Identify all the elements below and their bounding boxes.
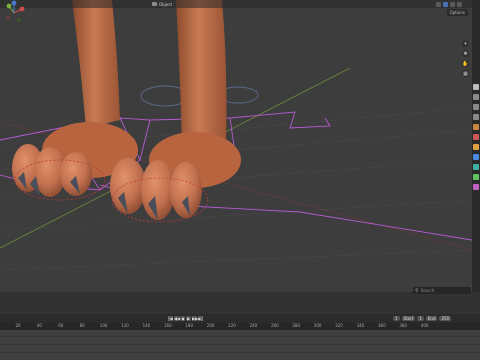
render-tab-icon[interactable] [473, 94, 479, 100]
data-tab-icon[interactable] [473, 174, 479, 180]
jump-keyframe-forward-button[interactable]: ▶▶ [192, 316, 198, 321]
ruler-tick: 120 [121, 323, 129, 328]
left-leg [72, 0, 120, 128]
modifier-tab-icon[interactable] [473, 154, 479, 160]
ruler-tick: 40 [36, 323, 42, 328]
ruler-tick: 80 [79, 323, 85, 328]
3d-viewport[interactable]: Object Options + ✥ ✋ ▦ [0, 0, 472, 292]
start-label: Start [401, 316, 416, 321]
jump-keyframe-back-button[interactable]: ◀◀ [174, 316, 180, 321]
play-button[interactable]: ▶ [186, 316, 191, 321]
object-mode-dropdown[interactable]: Object [152, 0, 172, 8]
ruler-tick: 340 [356, 323, 365, 328]
ruler-tick: 320 [335, 323, 343, 328]
frame-range-fields: 1 Start 1 End 250 [393, 316, 452, 321]
ruler-tick: 140 [142, 323, 151, 328]
shading-buttons [436, 0, 462, 8]
zoom-icon[interactable]: + [462, 40, 469, 47]
tool-tab-icon[interactable] [473, 84, 479, 90]
wireframe-shading-button[interactable] [436, 1, 441, 7]
start-frame-field[interactable]: 1 [417, 316, 424, 321]
ruler-tick: 280 [292, 323, 301, 328]
ruler-tick: 20 [15, 323, 21, 328]
view-layer-tab-icon[interactable] [473, 114, 479, 120]
ruler-tick: 100 [99, 323, 108, 328]
object-mode-icon [152, 2, 157, 6]
ruler-tick: 300 [313, 323, 322, 328]
playback-controls: |◀ ◀◀ ◀ ▶ ▶▶ ▶| [168, 316, 203, 321]
rendered-shading-button[interactable] [457, 1, 462, 7]
ruler-tick: 200 [206, 323, 215, 328]
timeline-search[interactable]: ⚲ Search [413, 287, 471, 294]
jump-start-button[interactable]: |◀ [168, 316, 173, 321]
mode-label: Object [159, 1, 173, 7]
ruler-tick: 180 [185, 323, 194, 328]
move-view-icon[interactable]: ✥ [462, 50, 469, 57]
x-axis-icon [19, 6, 25, 12]
properties-tab-strip [472, 0, 480, 292]
timeline-tracks[interactable] [0, 330, 480, 360]
object-tab-icon[interactable] [473, 144, 479, 150]
end-label: End [425, 316, 438, 321]
track-divider [0, 344, 480, 345]
material-tab-icon[interactable] [473, 184, 479, 190]
track-divider [0, 336, 480, 337]
play-reverse-button[interactable]: ◀ [180, 316, 185, 321]
right-leg [176, 0, 227, 148]
viewport-header [0, 0, 472, 8]
ruler-tick: 220 [228, 323, 236, 328]
current-frame-field[interactable]: 1 [393, 316, 400, 321]
end-frame-field[interactable]: 250 [439, 316, 452, 321]
material-shading-button[interactable] [450, 1, 455, 7]
options-dropdown[interactable]: Options [446, 9, 468, 16]
ruler-tick: 380 [399, 323, 408, 328]
track-divider [0, 352, 480, 353]
search-placeholder: Search [420, 288, 435, 293]
ruler-tick: 360 [377, 323, 386, 328]
ruler-tick: 260 [270, 323, 279, 328]
filter-icon: ⚲ [415, 287, 419, 294]
physics-tab-icon[interactable] [473, 164, 479, 170]
scene-render [0, 0, 472, 271]
solid-shading-button[interactable] [443, 1, 448, 7]
ruler-tick: 60 [58, 323, 64, 328]
camera-view-icon[interactable]: ▦ [462, 70, 469, 77]
navigation-tools: + ✥ ✋ ▦ [462, 40, 469, 77]
frame-ruler[interactable]: 20 40 60 80 100 120 140 160 180 200 220 240 260 280 30… [0, 323, 480, 330]
jump-end-button[interactable]: ▶| [198, 316, 203, 321]
z-axis-icon [11, 0, 17, 6]
timeline-region [0, 292, 480, 314]
scene-tab-icon[interactable] [473, 124, 479, 130]
output-tab-icon[interactable] [473, 104, 479, 110]
y-axis-icon [6, 3, 12, 9]
ruler-tick: 240 [249, 323, 258, 328]
ruler-tick: 400 [420, 323, 429, 328]
world-tab-icon[interactable] [473, 134, 479, 140]
navigation-gizmo[interactable] [0, 0, 28, 26]
pan-icon[interactable]: ✋ [462, 60, 469, 67]
ruler-tick: 160 [163, 323, 172, 328]
